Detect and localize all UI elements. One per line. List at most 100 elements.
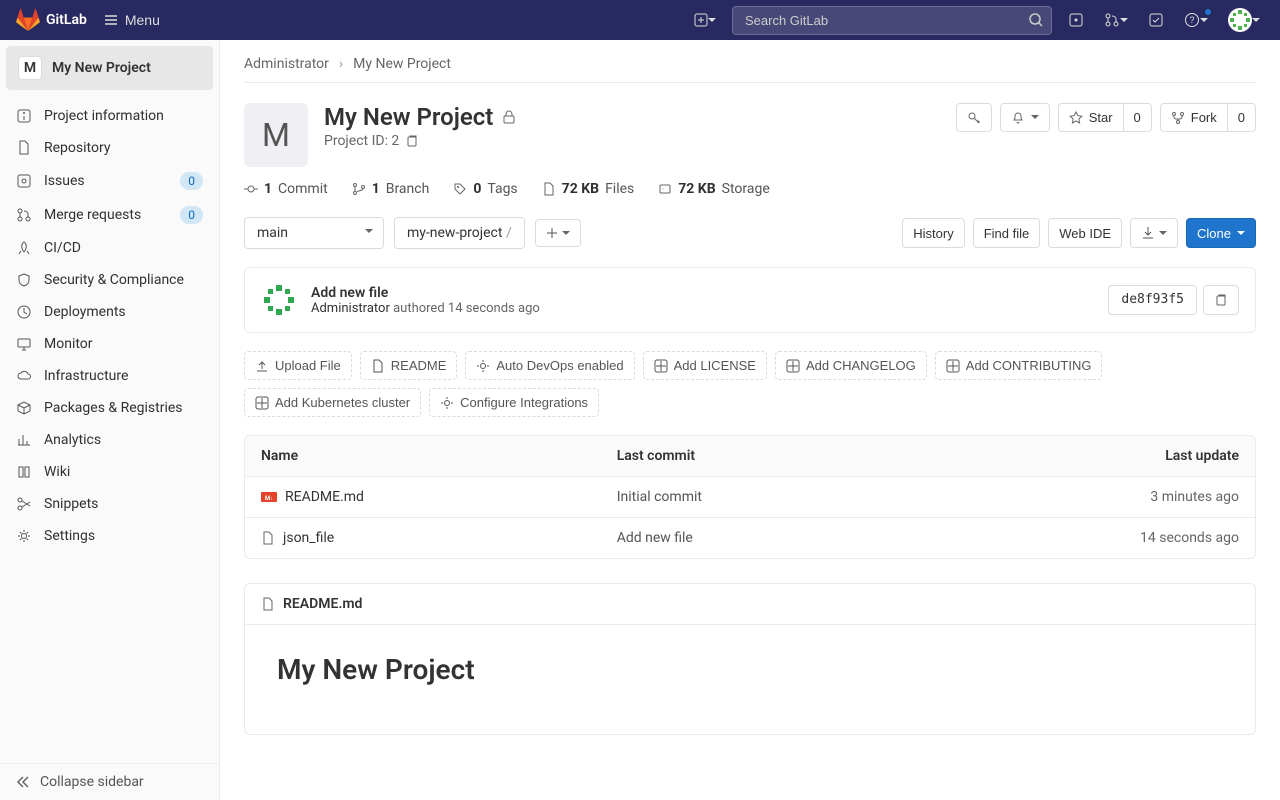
download-button[interactable] (1130, 218, 1178, 248)
chart-icon (16, 432, 32, 448)
project-name-text: My New Project (324, 103, 493, 131)
commit-icon (244, 182, 258, 196)
fork-icon (1171, 111, 1185, 125)
disk-icon (658, 182, 672, 196)
gitlab-logo[interactable]: GitLab (16, 8, 87, 32)
copy-icon[interactable] (405, 134, 419, 148)
sidebar-item-cloud[interactable]: Infrastructure (0, 360, 219, 392)
merge-requests-shortcut[interactable] (1100, 8, 1132, 32)
clone-button[interactable]: Clone (1186, 218, 1256, 248)
issues-shortcut[interactable] (1064, 8, 1088, 32)
file-icon (261, 597, 275, 611)
svg-text:M↓: M↓ (265, 495, 273, 502)
stat-branches[interactable]: 1Branch (352, 181, 430, 197)
sidebar-item-file[interactable]: Repository (0, 132, 219, 164)
file-update: 3 minutes ago (910, 476, 1255, 517)
star-button-group: Star 0 (1058, 103, 1152, 132)
copy-sha-button[interactable] (1203, 285, 1239, 315)
merge-icon (16, 207, 32, 223)
notification-button[interactable] (1000, 103, 1050, 132)
sidebar-item-label: Issues (44, 173, 85, 189)
commit-title[interactable]: Add new file (311, 285, 540, 301)
stat-tags[interactable]: 0Tags (453, 181, 517, 197)
sidebar-item-package[interactable]: Packages & Registries (0, 392, 219, 424)
info-icon (16, 108, 32, 124)
star-icon (1069, 111, 1083, 125)
sidebar-item-shield[interactable]: Security & Compliance (0, 264, 219, 296)
sidebar-item-label: Packages & Registries (44, 400, 183, 416)
branch-icon (352, 182, 366, 196)
breadcrumb-owner[interactable]: Administrator (244, 56, 329, 72)
stat-files[interactable]: 72 KBFiles (542, 181, 635, 197)
table-row[interactable]: M↓README.md Initial commit3 minutes ago (245, 476, 1255, 517)
star-button[interactable]: Star (1058, 103, 1123, 132)
sidebar-item-issues[interactable]: Issues0 (0, 164, 219, 198)
file-commit[interactable]: Initial commit (601, 476, 910, 517)
repo-path[interactable]: my-new-project / (394, 217, 525, 249)
sidebar-item-deploy[interactable]: Deployments (0, 296, 219, 328)
find-file-button[interactable]: Find file (973, 218, 1041, 248)
sidebar-item-book[interactable]: Wiki (0, 456, 219, 488)
commit-author[interactable]: Administrator (311, 301, 390, 316)
suggest-add-changelog[interactable]: Add CHANGELOG (775, 351, 927, 380)
ssh-key-button[interactable] (956, 103, 992, 132)
gear-icon (16, 528, 32, 544)
suggest-add-license[interactable]: Add LICENSE (643, 351, 767, 380)
plus-icon (546, 227, 558, 239)
file-commit[interactable]: Add new file (601, 517, 910, 558)
suggest-auto-devops-enabled[interactable]: Auto DevOps enabled (465, 351, 634, 380)
collapse-sidebar[interactable]: Collapse sidebar (0, 763, 219, 800)
key-icon (967, 111, 981, 125)
sidebar-item-rocket[interactable]: CI/CD (0, 232, 219, 264)
sidebar-item-info[interactable]: Project information (0, 100, 219, 132)
star-count[interactable]: 0 (1123, 103, 1152, 132)
sidebar-item-gear[interactable]: Settings (0, 520, 219, 552)
sidebar-project-header[interactable]: M My New Project (6, 46, 213, 90)
sidebar-item-label: Settings (44, 528, 95, 544)
suggest-add-kubernetes-cluster[interactable]: Add Kubernetes cluster (244, 388, 421, 417)
gitlab-icon (16, 8, 40, 32)
commit-sha[interactable]: de8f93f5 (1108, 285, 1197, 315)
stat-commits[interactable]: 1Commit (244, 181, 328, 197)
suggest-add-contributing[interactable]: Add CONTRIBUTING (935, 351, 1103, 380)
sidebar-item-monitor[interactable]: Monitor (0, 328, 219, 360)
suggest-readme[interactable]: README (360, 351, 458, 380)
suggest-configure-integrations[interactable]: Configure Integrations (429, 388, 599, 417)
sidebar-item-chart[interactable]: Analytics (0, 424, 219, 456)
shield-icon (16, 272, 32, 288)
readme-heading: My New Project (277, 653, 1223, 686)
fork-button[interactable]: Fork (1160, 103, 1227, 132)
readme-filename: README.md (283, 596, 362, 612)
plus-box-icon (694, 13, 708, 27)
user-menu[interactable] (1224, 4, 1264, 36)
table-row[interactable]: json_fileAdd new file14 seconds ago (245, 517, 1255, 558)
package-icon (16, 400, 32, 416)
todos-shortcut[interactable] (1144, 8, 1168, 32)
create-new-button[interactable] (690, 9, 720, 31)
project-id: Project ID: 2 (324, 133, 399, 149)
file-name[interactable]: M↓README.md (261, 489, 585, 505)
sidebar-item-scissors[interactable]: Snippets (0, 488, 219, 520)
readme-card: README.md My New Project (244, 583, 1256, 735)
sidebar: M My New Project Project informationRepo… (0, 40, 220, 800)
sidebar-item-label: Deployments (44, 304, 126, 320)
web-ide-button[interactable]: Web IDE (1048, 218, 1122, 248)
fork-count[interactable]: 0 (1227, 103, 1256, 132)
download-icon (1141, 226, 1155, 240)
help-button[interactable]: ? (1180, 8, 1212, 32)
stat-storage[interactable]: 72 KBStorage (658, 181, 770, 197)
add-to-tree[interactable] (535, 219, 581, 247)
avatar-icon (261, 282, 297, 318)
menu-label: Menu (125, 12, 160, 28)
history-button[interactable]: History (902, 218, 964, 248)
menu-button[interactable]: Menu (103, 12, 160, 28)
commit-time: 14 seconds ago (448, 301, 540, 316)
breadcrumb-project[interactable]: My New Project (353, 56, 451, 72)
suggest-upload-file[interactable]: Upload File (244, 351, 352, 380)
search-input[interactable] (732, 6, 1052, 35)
file-name[interactable]: json_file (261, 530, 585, 546)
sidebar-item-merge[interactable]: Merge requests0 (0, 198, 219, 232)
sidebar-project-avatar: M (18, 56, 42, 80)
branch-selector[interactable]: main (244, 217, 384, 249)
bell-icon (1011, 111, 1025, 125)
